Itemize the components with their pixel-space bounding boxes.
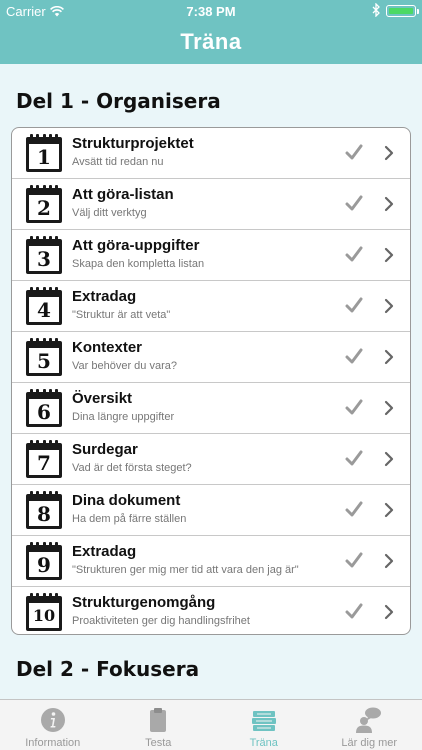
list-item[interactable]: 8 Dina dokument Ha dem på färre ställen xyxy=(12,485,410,536)
calendar-day-number: 10 xyxy=(32,606,56,625)
item-subtitle: Dina längre uppgifter xyxy=(72,411,175,423)
checkmark-icon xyxy=(345,195,363,211)
chevron-right-icon xyxy=(384,604,394,620)
battery-icon xyxy=(386,5,419,17)
tab-testa[interactable]: Testa xyxy=(106,700,212,750)
list-item[interactable]: 6 Översikt Dina längre uppgifter xyxy=(12,383,410,434)
list-item[interactable]: 3 Att göra-uppgifter Skapa den kompletta l… xyxy=(12,230,410,281)
item-title: Extradag xyxy=(72,543,137,560)
clock: 7:38 PM xyxy=(186,4,236,19)
info-icon xyxy=(40,708,65,732)
list-item[interactable]: 2 Att göra-listan Välj ditt verktyg xyxy=(12,179,410,230)
calendar-day-number: 2 xyxy=(37,196,51,220)
list-item[interactable]: 5 Kontexter Var behöver du vara? xyxy=(12,332,410,383)
section-title-fokusera: Del 2 - Fokusera xyxy=(16,657,200,681)
calendar-day-number: 4 xyxy=(37,298,51,322)
bluetooth-icon xyxy=(372,3,380,17)
checkmark-icon xyxy=(345,450,363,466)
calendar-day-number: 5 xyxy=(37,349,51,373)
checkmark-icon xyxy=(345,552,363,568)
calendar-icon: 10 xyxy=(26,593,62,631)
tab-label: Testa xyxy=(145,737,172,749)
tab-label: Träna xyxy=(249,737,278,749)
tab-bar: Information Testa Träna Lär dig mer xyxy=(0,699,422,750)
item-title: Strukturgenomgång xyxy=(72,594,216,611)
checkmark-icon xyxy=(345,501,363,517)
chevron-right-icon xyxy=(384,196,394,212)
item-subtitle: Var behöver du vara? xyxy=(72,360,177,372)
item-title: Extradag xyxy=(72,288,137,305)
chevron-right-icon xyxy=(384,502,394,518)
calendar-day-number: 3 xyxy=(37,247,51,271)
chevron-right-icon xyxy=(384,145,394,161)
item-title: Strukturprojektet xyxy=(72,135,194,152)
item-subtitle: Skapa den kompletta listan xyxy=(72,258,205,270)
calendar-day-number: 8 xyxy=(37,502,51,526)
chevron-right-icon xyxy=(384,247,394,263)
clipboard-icon xyxy=(150,708,167,732)
calendar-icon: 7 xyxy=(26,440,62,478)
nav-title: Träna xyxy=(0,22,422,64)
list-item[interactable]: 10 Strukturgenomgång Proaktiviteten ger di… xyxy=(12,587,410,634)
item-subtitle: "Struktur är att veta" xyxy=(72,309,171,321)
calendar-day-number: 7 xyxy=(37,451,51,475)
chevron-right-icon xyxy=(384,553,394,569)
calendar-icon: 1 xyxy=(26,134,62,172)
item-subtitle: Avsätt tid redan nu xyxy=(72,156,164,168)
item-title: Dina dokument xyxy=(72,492,181,509)
chat-person-icon xyxy=(356,707,382,733)
calendar-icon: 6 xyxy=(26,389,62,427)
stack-icon xyxy=(251,711,276,731)
calendar-day-number: 6 xyxy=(37,400,51,424)
chevron-right-icon xyxy=(384,400,394,416)
calendar-icon: 8 xyxy=(26,491,62,529)
tab-label: Information xyxy=(25,737,81,749)
checkmark-icon xyxy=(345,246,363,262)
list-item[interactable]: 1 Strukturprojektet Avsätt tid redan nu xyxy=(12,128,410,179)
checkmark-icon xyxy=(345,348,363,364)
calendar-icon: 9 xyxy=(26,542,62,580)
list-item[interactable]: 9 Extradag "Strukturen ger mig mer tid at… xyxy=(12,536,410,587)
chevron-right-icon xyxy=(384,349,394,365)
calendar-icon: 2 xyxy=(26,185,62,223)
calendar-icon: 5 xyxy=(26,338,62,376)
calendar-day-number: 9 xyxy=(37,553,51,577)
tab-information[interactable]: Information xyxy=(0,700,106,750)
tab-label: Lär dig mer xyxy=(341,737,398,749)
status-bar: Carrier 7:38 PM xyxy=(0,0,422,22)
item-subtitle: "Strukturen ger mig mer tid att vara den… xyxy=(72,564,299,576)
item-subtitle: Välj ditt verktyg xyxy=(72,207,147,219)
tab-lar-dig-mer[interactable]: Lär dig mer xyxy=(317,700,422,750)
list-item[interactable]: 4 Extradag "Struktur är att veta" xyxy=(12,281,410,332)
item-title: Att göra-uppgifter xyxy=(72,237,200,254)
chevron-right-icon xyxy=(384,298,394,314)
calendar-icon: 4 xyxy=(26,287,62,325)
exercise-list: 1 Strukturprojektet Avsätt tid redan nu 2 At… xyxy=(11,127,411,635)
item-subtitle: Vad är det första steget? xyxy=(72,462,192,474)
item-title: Översikt xyxy=(72,390,133,407)
checkmark-icon xyxy=(345,399,363,415)
chevron-right-icon xyxy=(384,451,394,467)
item-title: Att göra-listan xyxy=(72,186,174,203)
list-item[interactable]: 7 Surdegar Vad är det första steget? xyxy=(12,434,410,485)
calendar-day-number: 1 xyxy=(37,145,51,169)
checkmark-icon xyxy=(345,603,363,619)
tab-trana[interactable]: Träna xyxy=(211,700,317,750)
checkmark-icon xyxy=(345,144,363,160)
item-title: Kontexter xyxy=(72,339,143,356)
item-title: Surdegar xyxy=(72,441,138,458)
checkmark-icon xyxy=(345,297,363,313)
item-subtitle: Proaktiviteten ger dig handlingsfrihet xyxy=(72,615,250,627)
item-subtitle: Ha dem på färre ställen xyxy=(72,513,187,525)
calendar-icon: 3 xyxy=(26,236,62,274)
section-title-organisera: Del 1 - Organisera xyxy=(16,89,221,113)
